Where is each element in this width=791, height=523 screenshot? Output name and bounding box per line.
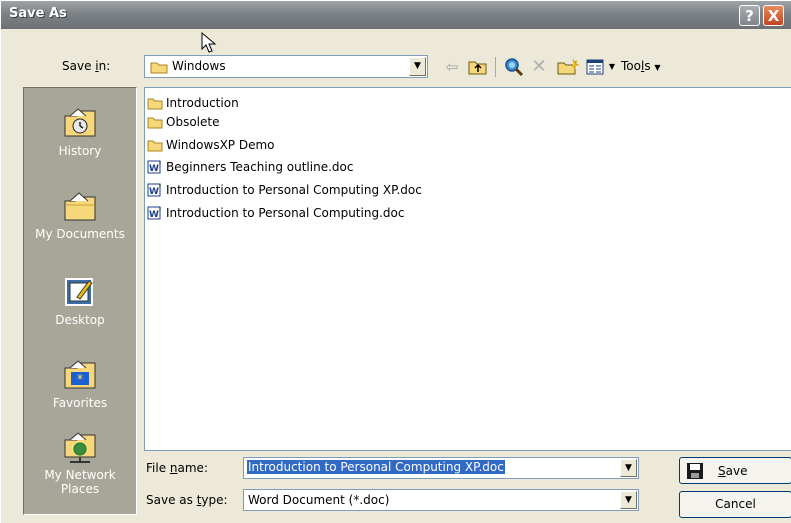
toolbar-divider	[495, 57, 496, 77]
new-folder-icon[interactable]	[557, 56, 580, 78]
save-in-value: Windows	[172, 59, 226, 73]
search-web-icon[interactable]	[503, 56, 525, 78]
dialog-title: Save As	[9, 6, 67, 21]
word-doc-icon: W	[147, 160, 161, 174]
list-item[interactable]: W Introduction to Personal Computing XP.…	[147, 181, 422, 198]
svg-text:W: W	[149, 187, 159, 197]
floppy-disk-icon	[687, 463, 703, 479]
save-as-type-dropdown[interactable]: Word Document (*.doc) ▼	[243, 489, 639, 511]
list-item[interactable]: Obsolete	[147, 113, 219, 130]
help-button[interactable]: ?	[739, 5, 760, 26]
title-bar[interactable]: Save As ? X	[1, 1, 791, 29]
delete-icon[interactable]: ✕	[529, 56, 549, 78]
tools-dropdown-icon: ▼	[654, 63, 661, 72]
my-documents-icon	[64, 192, 96, 221]
places-bar: History My Documents Desktop * Favorites…	[23, 87, 137, 515]
save-as-dialog: Save As ? X Save in: Windows ▼ ⇦ ✕ ▼ Too…	[0, 0, 791, 523]
chevron-down-icon[interactable]: ▼	[409, 57, 426, 76]
favorites-icon: *	[64, 360, 96, 389]
save-button[interactable]: Save	[679, 457, 791, 484]
views-icon[interactable]	[585, 56, 605, 78]
cancel-button[interactable]: Cancel	[679, 491, 791, 518]
folder-icon	[147, 117, 163, 128]
back-icon[interactable]: ⇦	[443, 56, 461, 78]
list-item[interactable]: WindowsXP Demo	[147, 136, 275, 153]
list-item[interactable]: W Beginners Teaching outline.doc	[147, 158, 353, 175]
list-item[interactable]: Introduction	[147, 94, 239, 111]
file-name-label: File name:	[146, 461, 208, 475]
network-places-icon	[64, 432, 96, 463]
desktop-icon	[65, 278, 93, 306]
place-desktop[interactable]: Desktop	[24, 273, 136, 327]
file-list[interactable]: Introduction Obsolete WindowsXP Demo W B…	[144, 87, 791, 451]
folder-icon	[147, 98, 163, 109]
tools-menu[interactable]: Tools ▼	[621, 59, 661, 73]
save-as-type-label: Save as type:	[146, 493, 228, 507]
place-my-documents[interactable]: My Documents	[24, 187, 136, 241]
up-folder-icon[interactable]	[467, 56, 489, 78]
save-in-dropdown[interactable]: Windows ▼	[144, 55, 428, 78]
mouse-cursor-icon	[201, 32, 217, 53]
word-doc-icon: W	[147, 183, 161, 197]
list-item[interactable]: W Introduction to Personal Computing.doc	[147, 204, 404, 221]
file-name-field[interactable]: Introduction to Personal Computing XP.do…	[243, 457, 639, 479]
chevron-down-icon[interactable]: ▼	[620, 491, 637, 509]
chevron-down-icon[interactable]: ▼	[620, 459, 637, 477]
close-button[interactable]: X	[763, 5, 784, 26]
place-my-network-places[interactable]: My Network Places	[24, 428, 136, 496]
folder-icon	[150, 62, 168, 74]
svg-text:W: W	[149, 164, 159, 174]
word-doc-icon: W	[147, 206, 161, 220]
save-in-label: Save in:	[62, 59, 111, 73]
file-name-value[interactable]: Introduction to Personal Computing XP.do…	[247, 460, 505, 474]
folder-icon	[147, 140, 163, 151]
history-icon	[64, 108, 96, 137]
place-history[interactable]: History	[24, 104, 136, 158]
save-as-type-value: Word Document (*.doc)	[248, 493, 390, 507]
svg-text:W: W	[149, 210, 159, 220]
svg-text:*: *	[77, 372, 83, 386]
views-dropdown-icon[interactable]: ▼	[607, 56, 617, 78]
place-favorites[interactable]: * Favorites	[24, 356, 136, 410]
